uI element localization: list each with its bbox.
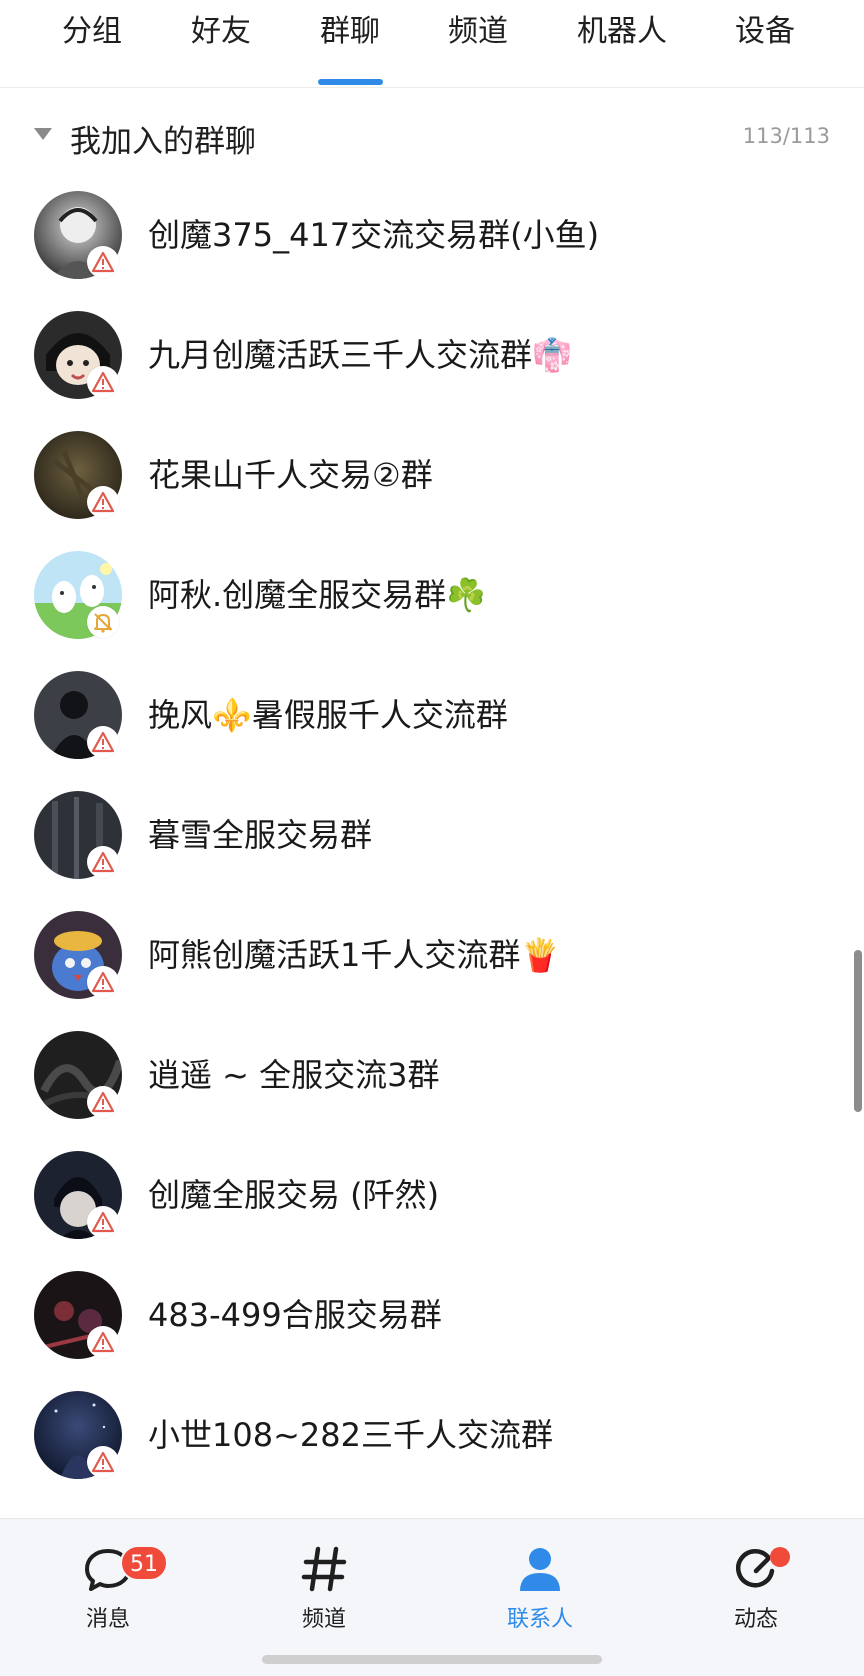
tab-devices[interactable]: 设备 — [735, 8, 795, 56]
list-item[interactable]: 暮雪全服交易群 — [0, 780, 864, 890]
joined-groups-header[interactable]: 我加入的群聊 113/113 — [0, 110, 864, 164]
bottom-nav: 51 消息 频道 联系人 动态 — [0, 1518, 864, 1676]
list-item[interactable]: 花果山千人交易②群 — [0, 420, 864, 530]
scrollbar[interactable] — [854, 950, 862, 1112]
notification-dot — [770, 1547, 790, 1567]
home-indicator — [262, 1655, 602, 1664]
tab-group-chats[interactable]: 群聊 — [320, 8, 380, 56]
list-item[interactable]: 阿秋.创魔全服交易群☘️ — [0, 540, 864, 650]
group-name: 483-499合服交易群 — [148, 1296, 442, 1334]
group-name: 创魔375_417交流交易群(小鱼) — [148, 216, 600, 254]
bell-muted-icon — [87, 606, 119, 638]
group-section-title: 我加入的群聊 — [70, 124, 256, 160]
group-name: 九月创魔活跃三千人交流群👘 — [148, 336, 572, 374]
nav-contacts[interactable]: 联系人 — [470, 1541, 610, 1633]
group-name: 阿熊创魔活跃1千人交流群🍟 — [148, 936, 561, 974]
nav-label: 消息 — [85, 1607, 130, 1632]
warning-icon — [87, 966, 119, 998]
warning-icon — [87, 246, 119, 278]
group-name: 阿秋.创魔全服交易群☘️ — [148, 576, 487, 614]
caret-down-icon — [34, 128, 52, 140]
list-item[interactable]: 逍遥 ~ 全服交流3群 — [0, 1020, 864, 1130]
group-name: 花果山千人交易②群 — [148, 456, 433, 494]
tab-friends[interactable]: 好友 — [191, 8, 251, 56]
tab-channels[interactable]: 频道 — [448, 8, 508, 56]
warning-icon — [87, 366, 119, 398]
list-item[interactable]: 创魔全服交易 (阡然) — [0, 1140, 864, 1250]
group-name: 挽风⚜️暑假服千人交流群 — [148, 696, 508, 734]
tab-groups[interactable]: 分组 — [62, 8, 122, 56]
contact-person-icon — [520, 1548, 560, 1591]
group-name: 暮雪全服交易群 — [148, 816, 373, 854]
top-tab-bar: 分组 好友 群聊 频道 机器人 设备 — [0, 0, 864, 88]
unread-badge: 51 — [120, 1545, 168, 1581]
list-item[interactable]: 创魔375_417交流交易群(小鱼) — [0, 180, 864, 290]
warning-icon — [87, 1446, 119, 1478]
list-item[interactable]: 挽风⚜️暑假服千人交流群 — [0, 660, 864, 770]
group-name: 创魔全服交易 (阡然) — [148, 1176, 440, 1214]
group-name: 小世108~282三千人交流群 — [148, 1416, 553, 1454]
list-item[interactable]: 九月创魔活跃三千人交流群👘 — [0, 300, 864, 410]
nav-messages[interactable]: 51 消息 — [38, 1541, 178, 1633]
warning-icon — [87, 486, 119, 518]
warning-icon — [87, 726, 119, 758]
warning-icon — [87, 1086, 119, 1118]
warning-icon — [87, 846, 119, 878]
list-item[interactable]: 小世108~282三千人交流群 — [0, 1380, 864, 1490]
hash-icon — [301, 1546, 347, 1592]
group-section-count: 113/113 — [742, 124, 830, 148]
list-item[interactable]: 阿熊创魔活跃1千人交流群🍟 — [0, 900, 864, 1010]
nav-label: 频道 — [301, 1607, 346, 1632]
warning-icon — [87, 1206, 119, 1238]
tab-bots[interactable]: 机器人 — [577, 8, 667, 56]
group-name: 逍遥 ~ 全服交流3群 — [148, 1056, 440, 1094]
warning-icon — [87, 1326, 119, 1358]
active-tab-indicator — [318, 79, 383, 85]
nav-channels[interactable]: 频道 — [254, 1541, 394, 1633]
nav-label: 联系人 — [506, 1607, 573, 1632]
list-item[interactable]: 483-499合服交易群 — [0, 1260, 864, 1370]
nav-label: 动态 — [733, 1607, 778, 1632]
nav-moments[interactable]: 动态 — [686, 1541, 826, 1633]
